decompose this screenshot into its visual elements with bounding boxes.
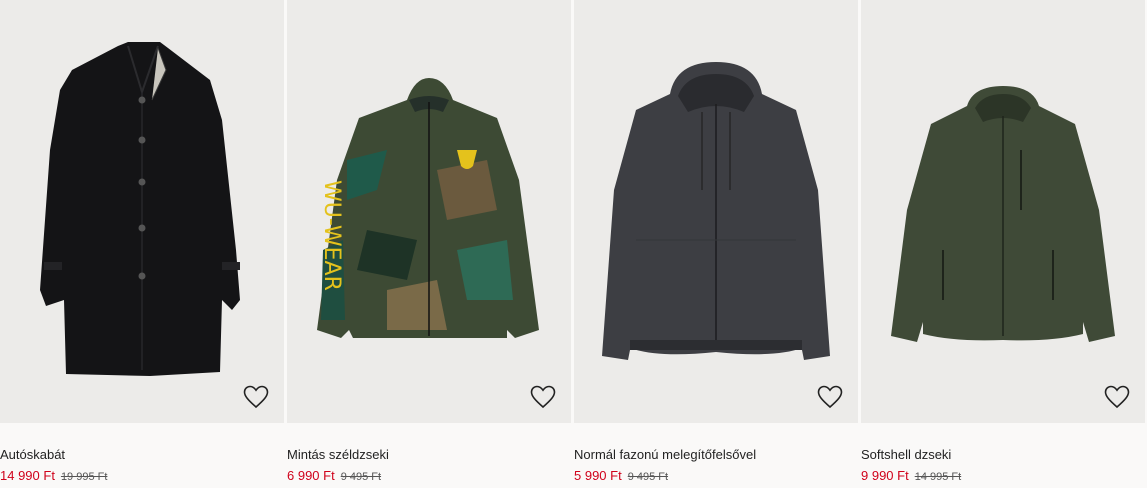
product-title[interactable]: Normál fazonú melegítőfelsővel — [574, 447, 756, 462]
price-block: 5 990 Ft 9 495 Ft — [574, 467, 668, 485]
coat-image — [40, 42, 240, 376]
product-card[interactable]: Softshell dzseki 9 990 Ft 14 995 Ft — [861, 0, 1145, 488]
product-card[interactable]: Normál fazonú melegítőfelsővel 5 990 Ft 9… — [574, 0, 858, 488]
heart-outline-icon — [1104, 385, 1130, 409]
favorite-button[interactable] — [1102, 382, 1132, 412]
sale-price: 14 990 Ft — [0, 468, 55, 483]
softshell-image — [891, 86, 1115, 342]
favorite-button[interactable] — [815, 382, 845, 412]
favorite-button[interactable] — [241, 382, 271, 412]
original-price: 19 995 Ft — [60, 471, 108, 483]
sale-price: 9 990 Ft — [861, 468, 909, 483]
sale-price: 6 990 Ft — [287, 468, 335, 483]
hoodie-image — [602, 62, 830, 360]
product-title[interactable]: Softshell dzseki — [861, 447, 951, 462]
product-title[interactable]: Autóskabát — [0, 447, 65, 462]
original-price: 14 995 Ft — [914, 471, 962, 483]
product-grid: Autóskabát 14 990 Ft 19 995 Ft WU-WEAR M… — [0, 0, 1147, 488]
original-price: 9 495 Ft — [340, 471, 382, 483]
product-title[interactable]: Mintás széldzseki — [287, 447, 389, 462]
product-card[interactable]: Autóskabát 14 990 Ft 19 995 Ft — [0, 0, 284, 488]
original-price: 9 495 Ft — [627, 471, 669, 483]
heart-outline-icon — [817, 385, 843, 409]
price-block: 14 990 Ft 19 995 Ft — [0, 467, 107, 485]
price-block: 9 990 Ft 14 995 Ft — [861, 467, 961, 485]
sleeve-print: WU-WEAR — [319, 180, 344, 291]
product-image[interactable] — [0, 0, 284, 423]
heart-outline-icon — [243, 385, 269, 409]
product-image[interactable] — [861, 0, 1145, 423]
price-block: 6 990 Ft 9 495 Ft — [287, 467, 381, 485]
product-image[interactable]: WU-WEAR — [287, 0, 571, 423]
heart-outline-icon — [530, 385, 556, 409]
sale-price: 5 990 Ft — [574, 468, 622, 483]
product-image[interactable] — [574, 0, 858, 423]
windbreaker-image: WU-WEAR — [317, 78, 539, 338]
favorite-button[interactable] — [528, 382, 558, 412]
product-card[interactable]: WU-WEAR Mintás széldzseki 6 990 Ft 9 495 … — [287, 0, 571, 488]
